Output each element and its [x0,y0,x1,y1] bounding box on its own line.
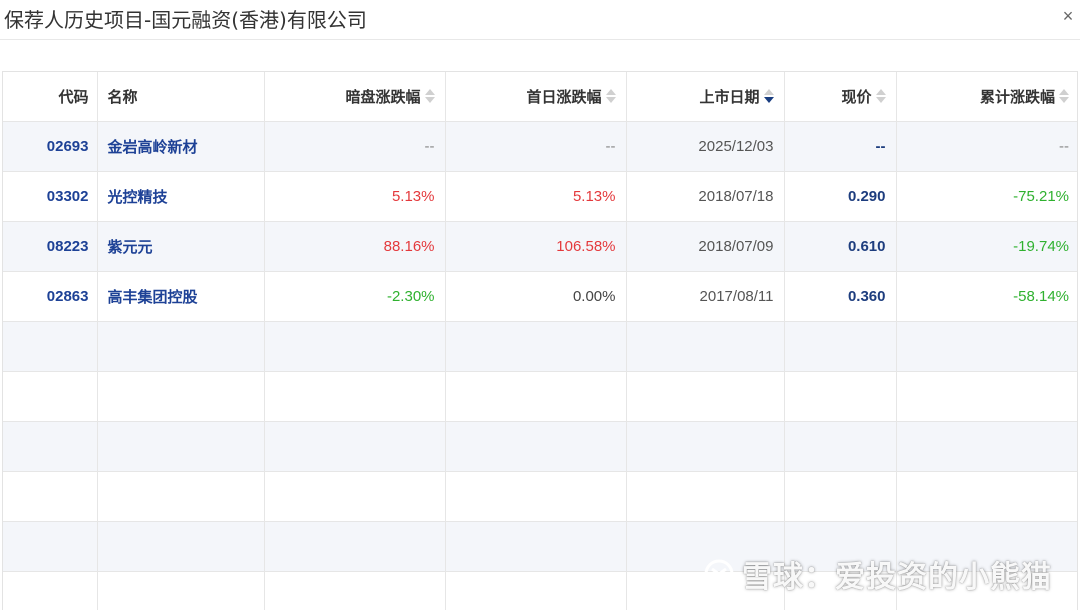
sort-desc-icon[interactable] [763,89,774,104]
col-header-price[interactable]: 现价 [784,72,897,122]
table-row: 03302 光控精技 5.13% 5.13% 2018/07/18 0.290 … [3,171,1077,222]
list-date: 2018/07/18 [698,187,774,205]
dialog-title: 保荐人历史项目-国元融资(香港)有限公司 [4,8,367,32]
dialog-header: 保荐人历史项目-国元融资(香港)有限公司 × [0,0,1080,40]
stock-name-link[interactable]: 高丰集团控股 [108,288,198,306]
list-date: 2018/07/09 [698,237,774,255]
projects-table-container: 代码 名称 暗盘涨跌幅 首日涨跌幅 上市日期 现价 累计涨跌幅 02693 金岩… [2,71,1078,610]
stock-code-link[interactable]: 03302 [47,188,89,205]
current-price: 0.610 [847,237,886,255]
grey-market-change: 88.16% [383,237,435,255]
stock-code-link[interactable]: 02693 [47,138,89,155]
cumulative-change: -58.14% [1013,287,1069,305]
sort-icon[interactable] [1059,89,1069,104]
sort-icon[interactable] [605,89,616,104]
empty-table-row [3,421,1077,472]
col-header-name: 名称 [97,72,265,122]
grey-market-change: 5.13% [391,187,435,205]
sort-icon[interactable] [875,89,886,104]
stock-name-link[interactable]: 光控精技 [108,188,168,206]
cumulative-change: -75.21% [1013,187,1069,205]
current-price: -- [875,137,886,155]
grey-market-change: -2.30% [386,287,435,305]
stock-code-link[interactable]: 02863 [47,288,89,305]
empty-table-row [3,521,1077,572]
col-header-grey-market[interactable]: 暗盘涨跌幅 [264,72,446,122]
empty-table-row [3,371,1077,422]
table-row: 08223 紫元元 88.16% 106.58% 2018/07/09 0.61… [3,221,1077,272]
stock-name-link[interactable]: 金岩高岭新材 [108,138,198,156]
first-day-change: -- [605,137,616,155]
col-header-cumulative[interactable]: 累计涨跌幅 [896,72,1077,122]
list-date: 2017/08/11 [699,287,774,305]
close-icon[interactable]: × [1058,6,1078,26]
table-row: 02693 金岩高岭新材 -- -- 2025/12/03 -- -- [3,121,1077,172]
current-price: 0.290 [847,187,886,205]
cumulative-change: -- [1059,137,1069,155]
first-day-change: 106.58% [556,237,616,255]
sponsor-history-dialog: 保荐人历史项目-国元融资(香港)有限公司 × 代码 名称 暗盘涨跌幅 首日涨跌幅… [0,0,1080,610]
col-header-list-date[interactable]: 上市日期 [626,72,785,122]
table-header-row: 代码 名称 暗盘涨跌幅 首日涨跌幅 上市日期 现价 累计涨跌幅 [3,72,1077,122]
col-header-code: 代码 [3,72,98,122]
first-day-change: 5.13% [572,187,616,205]
list-date: 2025/12/03 [698,137,774,155]
first-day-change: 0.00% [572,287,616,305]
stock-name-link[interactable]: 紫元元 [108,238,153,256]
table-row: 02863 高丰集团控股 -2.30% 0.00% 2017/08/11 0.3… [3,271,1077,322]
col-header-first-day[interactable]: 首日涨跌幅 [445,72,627,122]
projects-table: 代码 名称 暗盘涨跌幅 首日涨跌幅 上市日期 现价 累计涨跌幅 02693 金岩… [3,72,1077,610]
empty-table-row [3,571,1077,610]
current-price: 0.360 [847,287,886,305]
empty-table-row [3,471,1077,522]
cumulative-change: -19.74% [1013,237,1069,255]
empty-table-row [3,321,1077,372]
stock-code-link[interactable]: 08223 [47,238,89,255]
sort-icon[interactable] [424,89,435,104]
grey-market-change: -- [424,137,435,155]
